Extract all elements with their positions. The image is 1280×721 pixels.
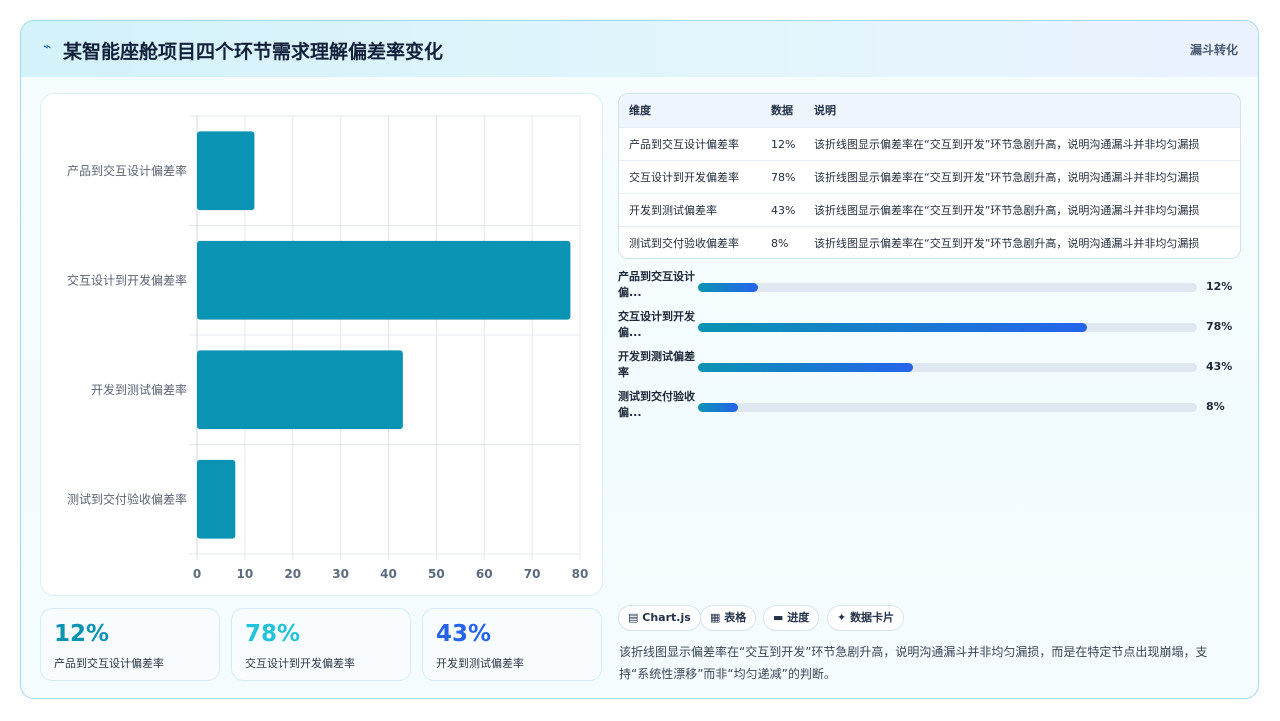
progress-label: 测试到交付验收偏... — [618, 390, 695, 419]
x-tick-label: 40 — [380, 567, 397, 581]
card-icon: ✦ — [837, 611, 847, 624]
chip-label: Chart.js — [642, 611, 691, 624]
progress-value: 78% — [1206, 320, 1233, 333]
x-tick-label: 80 — [572, 567, 589, 581]
progress-row: 交互设计到开发偏... 78% — [618, 309, 1241, 343]
chip-progress[interactable]: ▬ 进度 — [763, 605, 820, 631]
table-row: 开发到测试偏差率 43% 该折线图显示偏差率在“交互到开发”环节急剧升高，说明沟… — [619, 193, 1240, 226]
table-header-cell: 说明 — [814, 104, 836, 117]
table-cell: 该折线图显示偏差率在“交互到开发”环节急剧升高，说明沟通漏斗并非均匀漏损 — [814, 171, 1200, 184]
table-cell: 该折线图显示偏差率在“交互到开发”环节急剧升高，说明沟通漏斗并非均匀漏损 — [814, 204, 1200, 217]
progress-fill — [698, 363, 913, 372]
table-cell: 产品到交互设计偏差率 — [629, 138, 739, 151]
progress-track — [698, 323, 1197, 332]
dashboard-card: ⌁ 某智能座舱项目四个环节需求理解偏差率变化 漏斗转化 0 10 20 30 40 50 6… — [20, 20, 1259, 699]
kpi-value: 12% — [54, 621, 110, 647]
chip-data-card[interactable]: ✦ 数据卡片 — [827, 605, 905, 631]
chip-chartjs[interactable]: ▤ Chart.js — [618, 605, 701, 631]
table-cell: 12% — [771, 138, 796, 151]
chart-description: 该折线图显示偏差率在“交互到开发”环节急剧升高，说明沟通漏斗并非均匀漏损，而是在… — [619, 645, 1208, 681]
x-tick-label: 50 — [428, 567, 445, 581]
kpi-label: 交互设计到开发偏差率 — [245, 657, 355, 670]
table-cell: 8% — [771, 237, 789, 250]
progress-fill — [698, 323, 1088, 332]
progress-track — [698, 363, 1197, 372]
funnel-badge: 漏斗转化 — [1189, 43, 1238, 57]
progress-row: 产品到交互设计偏... 12% — [618, 269, 1241, 303]
header-bar: ⌁ 某智能座舱项目四个环节需求理解偏差率变化 漏斗转化 — [21, 21, 1258, 77]
progress-fill — [698, 283, 758, 292]
progress-value: 43% — [1206, 360, 1233, 373]
table-row: 交互设计到开发偏差率 78% 该折线图显示偏差率在“交互到开发”环节急剧升高，说… — [619, 160, 1240, 193]
progress-value: 12% — [1206, 280, 1233, 293]
table-cell: 开发到测试偏差率 — [629, 204, 717, 217]
table-cell: 该折线图显示偏差率在“交互到开发”环节急剧升高，说明沟通漏斗并非均匀漏损 — [814, 237, 1200, 250]
table-cell: 78% — [771, 171, 796, 184]
page-title: 某智能座舱项目四个环节需求理解偏差率变化 — [63, 41, 444, 63]
y-tick-label: 产品到交互设计偏差率 — [67, 163, 187, 178]
bar — [197, 131, 255, 211]
table-header-cell: 维度 — [629, 104, 651, 117]
chip-label: 表格 — [724, 611, 747, 624]
progress-fill — [698, 403, 738, 412]
table-row: 产品到交互设计偏差率 12% 该折线图显示偏差率在“交互到开发”环节急剧升高，说… — [619, 127, 1240, 160]
table-cell: 测试到交付验收偏差率 — [629, 237, 739, 250]
sparkle-icon: ⌁ — [43, 39, 52, 55]
data-table: 维度 数据 说明 产品到交互设计偏差率 12% 该折线图显示偏差率在“交互到开发… — [618, 93, 1241, 259]
bar-chart-panel: 0 10 20 30 40 50 60 70 80 产品到交互设计偏差率 交互设计到开发偏差率开发到… — [40, 93, 603, 596]
table-cell: 43% — [771, 204, 796, 217]
x-tick-label: 20 — [284, 567, 301, 581]
kpi-label: 开发到测试偏差率 — [436, 657, 524, 670]
x-tick-label: 30 — [332, 567, 349, 581]
kpi-card: 43% 开发到测试偏差率 — [422, 608, 602, 681]
progress-label: 开发到测试偏差率 — [618, 350, 695, 379]
table-header-row: 维度 数据 说明 — [619, 94, 1240, 127]
kpi-card: 78% 交互设计到开发偏差率 — [231, 608, 411, 681]
x-tick-label: 10 — [237, 567, 254, 581]
chip-label: 数据卡片 — [850, 611, 895, 624]
bar — [197, 240, 571, 320]
progress-track — [698, 403, 1197, 412]
kpi-value: 78% — [245, 621, 301, 647]
progress-row: 测试到交付验收偏... 8% — [618, 389, 1241, 423]
kpi-card: 12% 产品到交互设计偏差率 — [40, 608, 220, 681]
bar-chart: 0 10 20 30 40 50 60 70 80 产品到交互设计偏差率交互设计到开发偏差率开发到… — [67, 115, 589, 581]
y-tick-label: 开发到测试偏差率 — [91, 382, 187, 397]
y-tick-label: 交互设计到开发偏差率 — [67, 272, 187, 287]
chip-label: 进度 — [787, 611, 810, 624]
table-cell: 交互设计到开发偏差率 — [629, 171, 739, 184]
y-tick-label: 测试到交付验收偏差率 — [67, 491, 187, 506]
x-tick-label: 0 — [193, 567, 201, 581]
progress-label: 交互设计到开发偏... — [618, 310, 695, 339]
progress-track — [698, 283, 1197, 292]
kpi-value: 43% — [436, 621, 492, 647]
table-row: 测试到交付验收偏差率 8% 该折线图显示偏差率在“交互到开发”环节急剧升高，说明… — [619, 226, 1240, 258]
progress-row: 开发到测试偏差率 43% — [618, 349, 1241, 383]
kpi-label: 产品到交互设计偏差率 — [54, 657, 164, 670]
table-icon: ▦ — [710, 611, 721, 624]
progress-label: 产品到交互设计偏... — [618, 270, 695, 299]
chip-table[interactable]: ▦ 表格 — [700, 605, 757, 631]
bar — [197, 459, 236, 539]
chart-icon: ▤ — [628, 611, 639, 624]
table-cell: 该折线图显示偏差率在“交互到开发”环节急剧升高，说明沟通漏斗并非均匀漏损 — [814, 138, 1200, 151]
x-tick-label: 60 — [476, 567, 493, 581]
table-header-cell: 数据 — [771, 104, 793, 117]
progress-icon: ▬ — [773, 611, 784, 624]
x-tick-label: 70 — [524, 567, 541, 581]
bar — [197, 350, 403, 430]
progress-value: 8% — [1206, 400, 1225, 413]
